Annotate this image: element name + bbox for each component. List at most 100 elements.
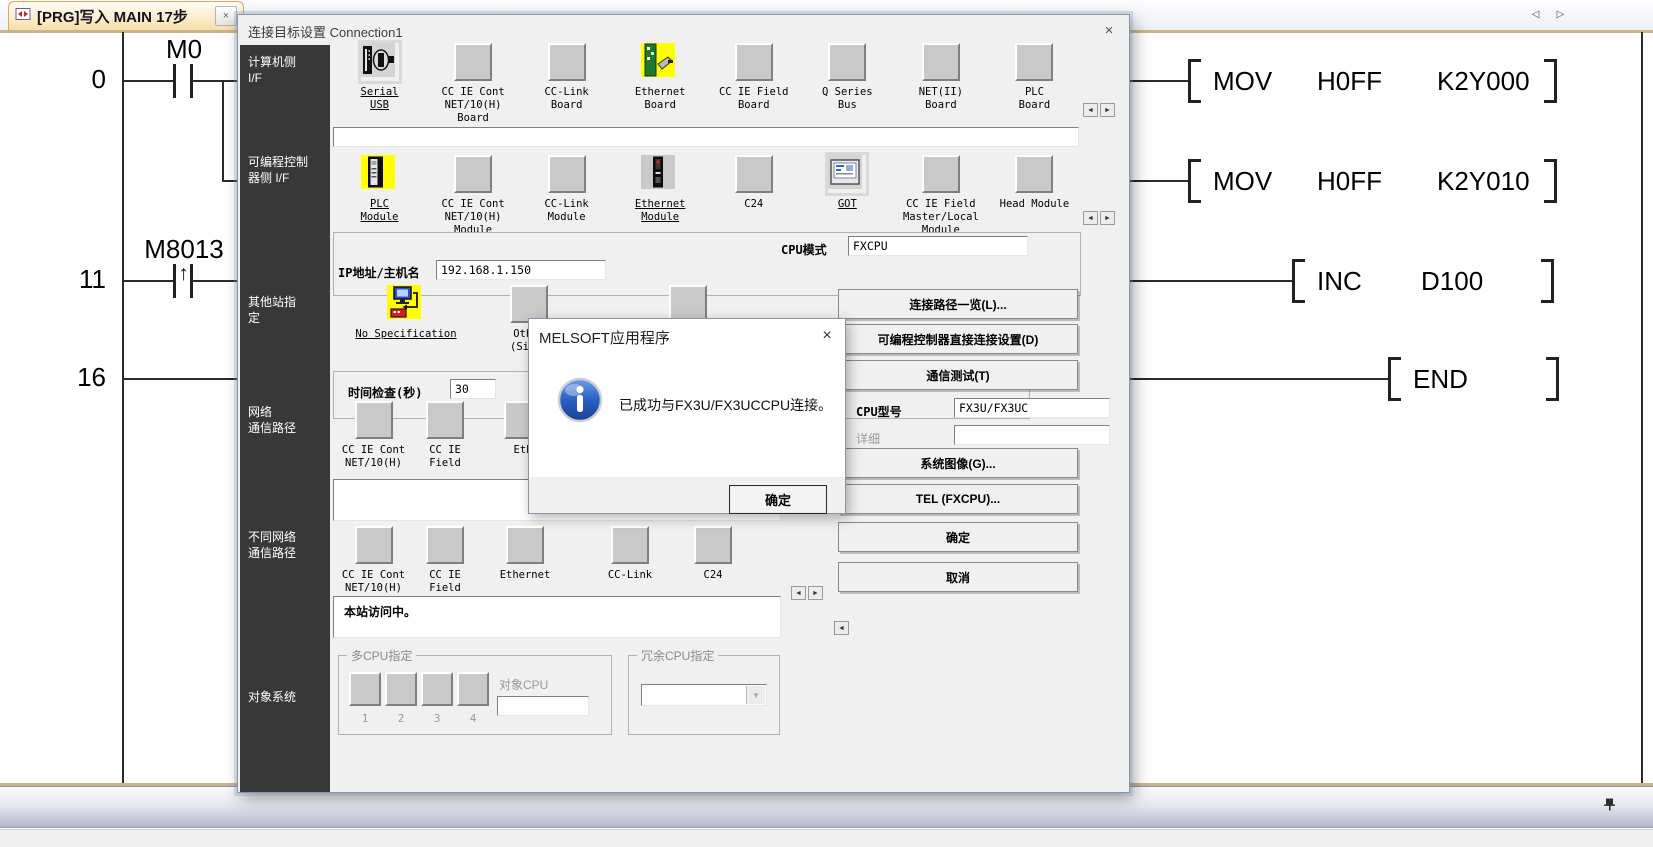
- tel-fxcpu-button[interactable]: TEL (FXCPU)...: [838, 484, 1078, 514]
- plain-icon: [611, 526, 649, 564]
- contact-symbol[interactable]: [190, 64, 193, 98]
- contact-label: M0: [139, 34, 229, 65]
- time-check-label: 时间检查(秒): [348, 384, 422, 401]
- device-label: CC IE Field: [429, 444, 461, 470]
- multi-cpu-title: 多CPU指定: [347, 647, 416, 664]
- device-ethernet-module[interactable]: Ethernet Module: [614, 155, 707, 237]
- multi-cpu-slot-1[interactable]: [349, 672, 381, 706]
- tab-scroll-right-icon[interactable]: ▷: [1552, 6, 1569, 23]
- instruction-inc[interactable]: INC D100: [1292, 258, 1554, 304]
- device-label: Ethernet Board: [635, 86, 686, 112]
- device-plc-board[interactable]: PLC Board: [988, 43, 1081, 125]
- device-cc-ie-field[interactable]: CC IE Field: [406, 401, 484, 470]
- tab-close-icon[interactable]: ×: [215, 6, 237, 26]
- scroll-right-icon[interactable]: ►: [808, 586, 823, 600]
- plain-icon: [548, 43, 586, 81]
- device-label: CC IE Field Board: [719, 86, 789, 112]
- contact-label: M8013: [134, 234, 234, 265]
- scroll-left-icon[interactable]: ◄: [834, 621, 849, 635]
- device-cc-link-board[interactable]: CC-Link Board: [520, 43, 613, 125]
- device-plc-module[interactable]: PLC Module: [333, 155, 426, 237]
- instruction-mov-2[interactable]: MOV H0FF K2Y010: [1188, 158, 1557, 204]
- instruction-mov-1[interactable]: MOV H0FF K2Y000: [1188, 58, 1557, 104]
- contact-symbol[interactable]: [173, 64, 176, 98]
- target-cpu-field[interactable]: [497, 696, 589, 716]
- device-cc-ie-cont-net-10-h-board[interactable]: CC IE Cont NET/10(H) Board: [427, 43, 520, 125]
- cpu-mode-field[interactable]: FXCPU: [848, 236, 1028, 256]
- device-cc-ie-field-master-local-module[interactable]: CC IE Field Master/Local Module: [894, 155, 987, 237]
- scroll-right-icon[interactable]: ►: [1100, 211, 1115, 225]
- dialog-cancel-button[interactable]: 取消: [838, 562, 1078, 592]
- tab-prg-main[interactable]: [PRG]写入 MAIN 17步 ×: [8, 1, 244, 30]
- device-serial-usb[interactable]: Serial USB: [333, 43, 426, 125]
- device-net-ii-board[interactable]: NET(II) Board: [894, 43, 987, 125]
- cpu-type-field: FX3U/FX3UC: [954, 398, 1110, 418]
- pc-if-device-row: Serial USB CC IE Cont NET/10(H) Board CC-L…: [333, 43, 1081, 125]
- plain-icon: [454, 43, 492, 81]
- redundant-cpu-title: 冗余CPU指定: [637, 647, 718, 664]
- ip-host-field[interactable]: 192.168.1.150: [436, 260, 606, 280]
- time-check-field[interactable]: 30: [450, 379, 496, 399]
- device-ethernet[interactable]: Ethernet: [486, 526, 564, 582]
- redundant-cpu-dropdown[interactable]: ▼: [641, 684, 767, 706]
- step-number: 0: [50, 64, 106, 95]
- system-image-button[interactable]: 系统图像(G)...: [838, 448, 1078, 478]
- device-label: CC-Link Board: [544, 86, 588, 112]
- dialog-ok-button[interactable]: 确定: [838, 522, 1078, 552]
- device-label: CC IE Cont NET/10(H): [342, 569, 405, 595]
- multi-cpu-slot-3[interactable]: [421, 672, 453, 706]
- plc-direct-connection-button[interactable]: 可编程控制器直接连接设置(D): [838, 324, 1078, 354]
- scroll-right-icon[interactable]: ►: [1100, 103, 1115, 117]
- device-label: Head Module: [1000, 198, 1070, 211]
- message-box-close-icon[interactable]: ×: [817, 326, 837, 346]
- device-ethernet-board[interactable]: Ethernet Board: [614, 43, 707, 125]
- scroll-left-icon[interactable]: ◄: [1083, 211, 1098, 225]
- device-cc-ie-cont-net-10-h-module[interactable]: CC IE Cont NET/10(H) Module: [427, 155, 520, 237]
- bracket-right: [1546, 357, 1559, 401]
- slot-number: 2: [385, 712, 417, 725]
- message-box-ok-button[interactable]: 确定: [729, 485, 827, 514]
- redundant-cpu-groupbox: 冗余CPU指定 ▼: [628, 655, 780, 735]
- device-no-specification[interactable]: No Specification: [331, 285, 481, 341]
- multi-cpu-slot-2[interactable]: [385, 672, 417, 706]
- plain-icon: [828, 43, 866, 81]
- device-got[interactable]: GOT: [801, 155, 894, 237]
- communication-test-button[interactable]: 通信测试(T): [838, 360, 1078, 390]
- device-cc-ie-field-board[interactable]: CC IE Field Board: [707, 43, 800, 125]
- plain-icon: [426, 526, 464, 564]
- device-q-series-bus[interactable]: Q Series Bus: [801, 43, 894, 125]
- device-label: GOT: [838, 198, 857, 211]
- instruction-arg: H0FF: [1317, 66, 1437, 97]
- got-icon: [828, 155, 866, 193]
- bracket-right: [1544, 59, 1557, 103]
- dialog-close-icon[interactable]: ×: [1100, 21, 1118, 39]
- tab-scroll-left-icon[interactable]: ◁: [1527, 6, 1544, 23]
- multi-cpu-groupbox: 多CPU指定 1 2 3 4 对象CPU: [338, 655, 612, 735]
- instruction-op: END: [1401, 364, 1546, 395]
- ethernet-module-icon: [641, 155, 679, 193]
- plain-icon: [922, 43, 960, 81]
- plain-icon: [426, 401, 464, 439]
- device-head-module[interactable]: Head Module: [988, 155, 1081, 237]
- device-label: Serial USB: [361, 86, 399, 112]
- device-cc-link-module[interactable]: CC-Link Module: [520, 155, 613, 237]
- instruction-end[interactable]: END: [1388, 356, 1559, 402]
- scroll-left-icon[interactable]: ◄: [1083, 103, 1098, 117]
- melsoft-message-box: MELSOFT应用程序 × 已成功与FX3U/FX3UCCPU连接。 确定: [528, 318, 846, 514]
- bracket-left: [1188, 159, 1201, 203]
- instruction-arg: H0FF: [1317, 166, 1437, 197]
- message-box-text: 已成功与FX3U/FX3UCCPU连接。: [619, 395, 832, 415]
- connection-route-list-button[interactable]: 连接路径一览(L)...: [838, 289, 1078, 319]
- device-c24[interactable]: C24: [674, 526, 752, 582]
- plain-icon: [694, 526, 732, 564]
- multi-cpu-slot-4[interactable]: [457, 672, 489, 706]
- scroll-left-icon[interactable]: ◄: [791, 586, 806, 600]
- cpu-mode-label: CPU模式: [781, 241, 827, 258]
- device-cc-link[interactable]: CC-Link: [591, 526, 669, 582]
- plain-icon: [454, 155, 492, 193]
- device-cc-ie-field[interactable]: CC IE Field: [406, 526, 484, 595]
- device-c24[interactable]: C24: [707, 155, 800, 237]
- plain-icon: [355, 526, 393, 564]
- left-power-rail: [122, 32, 124, 783]
- pin-icon[interactable]: [1602, 797, 1617, 817]
